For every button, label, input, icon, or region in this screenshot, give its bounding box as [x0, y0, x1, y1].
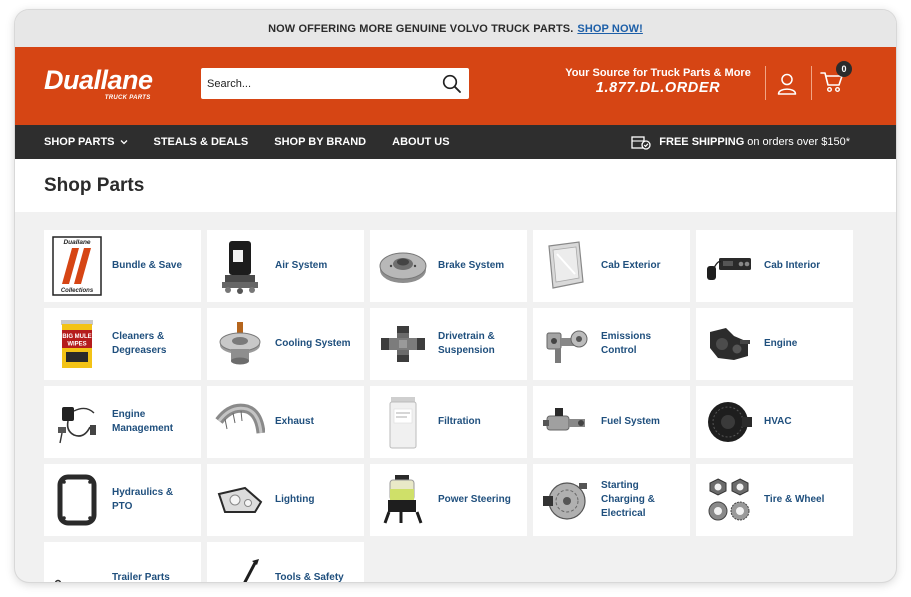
page-title-bar: Shop Parts	[15, 159, 896, 212]
category-card-starting-charging-electrical[interactable]: Starting Charging & Electrical	[533, 464, 690, 536]
category-label: HVAC	[764, 416, 792, 427]
promo-bar: NOW OFFERING MORE GENUINE VOLVO TRUCK PA…	[15, 10, 896, 47]
user-icon	[777, 73, 797, 95]
category-label: Lighting	[275, 494, 315, 505]
category-card-drivetrain-suspension[interactable]: Drivetrain & Suspension	[370, 308, 527, 380]
category-label: Tools & Safety	[275, 572, 344, 582]
category-card-bundle-save[interactable]: Duallane Collections Bundle & Save	[44, 230, 201, 302]
category-label: Emissions Control	[601, 331, 652, 356]
steering-reservoir-icon	[377, 470, 429, 530]
air-dryer-icon	[214, 236, 266, 296]
search-icon	[442, 74, 461, 93]
sensor-harness-icon	[51, 392, 103, 452]
category-card-hvac[interactable]: HVAC	[696, 386, 853, 458]
category-label: Cleaners & Degreasers	[112, 331, 167, 356]
category-label: Hydraulics & PTO	[112, 487, 174, 512]
category-label: Air System	[275, 260, 328, 271]
category-card-power-steering[interactable]: Power Steering	[370, 464, 527, 536]
category-card-tools-safety[interactable]: Tools & Safety	[207, 542, 364, 582]
category-label: Starting Charging & Electrical	[601, 480, 655, 519]
engine-part-icon	[703, 314, 755, 374]
nav-steals-deals[interactable]: STEALS & DEALS	[154, 136, 249, 148]
fuel-pump-icon	[540, 392, 592, 452]
trailer-hardware-icon	[51, 548, 103, 582]
egr-valve-icon	[540, 314, 592, 374]
page-title: Shop Parts	[44, 174, 145, 196]
category-label: Cooling System	[275, 338, 351, 349]
header-divider	[765, 66, 766, 100]
category-label: Trailer Parts	[112, 572, 170, 582]
category-label: Brake System	[438, 260, 505, 271]
svg-text:BIG MULE: BIG MULE	[62, 334, 91, 340]
category-card-engine[interactable]: Engine	[696, 308, 853, 380]
promo-text: NOW OFFERING MORE GENUINE VOLVO TRUCK PA…	[268, 22, 574, 35]
browser-frame: NOW OFFERING MORE GENUINE VOLVO TRUCK PA…	[15, 10, 896, 582]
category-card-lighting[interactable]: Lighting	[207, 464, 364, 536]
category-card-cooling-system[interactable]: Cooling System	[207, 308, 364, 380]
chevron-down-icon	[120, 140, 127, 145]
cb-radio-icon	[703, 236, 755, 296]
svg-text:Duallane: Duallane	[63, 239, 90, 246]
brake-rotor-icon	[377, 236, 429, 296]
category-card-fuel-system[interactable]: Fuel System	[533, 386, 690, 458]
category-label: Drivetrain & Suspension	[438, 331, 495, 356]
category-label: Exhaust	[275, 416, 314, 427]
promo-shop-now-link[interactable]: SHOP NOW!	[577, 23, 642, 35]
category-label: Cab Exterior	[601, 260, 661, 271]
site-header: Duallane TRUCK PARTS Your Source for Tru…	[15, 47, 896, 125]
nav-about-us[interactable]: ABOUT US	[392, 136, 449, 148]
account-button[interactable]	[777, 73, 797, 100]
thermostat-icon	[214, 314, 266, 374]
main-nav: SHOP PARTS STEALS & DEALS SHOP BY BRAND …	[15, 125, 896, 159]
category-card-trailer-parts[interactable]: Trailer Parts	[44, 542, 201, 582]
category-card-engine-management[interactable]: Engine Management	[44, 386, 201, 458]
cab-panel-icon	[540, 236, 592, 296]
search-input[interactable]	[201, 76, 435, 91]
wipes-bucket-icon: BIG MULE WIPES	[51, 314, 103, 374]
u-joint-icon	[377, 314, 429, 374]
duallane-logo[interactable]: Duallane TRUCK PARTS	[44, 67, 153, 102]
category-card-cleaners-degreasers[interactable]: BIG MULE WIPES Cleaners & Degreasers	[44, 308, 201, 380]
duallane-collections-icon: Duallane Collections	[51, 236, 103, 296]
category-card-air-system[interactable]: Air System	[207, 230, 364, 302]
category-card-tire-wheel[interactable]: Tire & Wheel	[696, 464, 853, 536]
svg-text:WIPES: WIPES	[67, 342, 86, 348]
category-card-cab-exterior[interactable]: Cab Exterior	[533, 230, 690, 302]
lug-nuts-icon	[703, 470, 755, 530]
category-label: Power Steering	[438, 494, 511, 505]
category-card-exhaust[interactable]: Exhaust	[207, 386, 364, 458]
category-card-filtration[interactable]: Filtration	[370, 386, 527, 458]
category-label: Tire & Wheel	[764, 494, 825, 505]
exhaust-pipe-icon	[214, 392, 266, 452]
category-label: Engine	[764, 338, 798, 349]
category-label: Bundle & Save	[112, 260, 183, 271]
category-label: Fuel System	[601, 416, 660, 427]
category-grid: Duallane Collections Bundle & Save Air S…	[44, 230, 853, 582]
category-label: Filtration	[438, 416, 481, 427]
search-button[interactable]	[435, 68, 469, 99]
blower-motor-icon	[703, 392, 755, 452]
category-card-brake-system[interactable]: Brake System	[370, 230, 527, 302]
headlight-icon	[214, 470, 266, 530]
free-shipping-notice: FREE SHIPPING on orders over $150*	[631, 125, 850, 159]
category-label: Cab Interior	[764, 260, 821, 271]
search-bar	[201, 68, 469, 99]
svg-text:Collections: Collections	[61, 288, 94, 294]
category-card-cab-interior[interactable]: Cab Interior	[696, 230, 853, 302]
category-card-emissions-control[interactable]: Emissions Control	[533, 308, 690, 380]
nav-shop-by-brand[interactable]: SHOP BY BRAND	[274, 136, 366, 148]
category-card-hydraulics-pto[interactable]: Hydraulics & PTO	[44, 464, 201, 536]
tool-icon	[214, 548, 266, 582]
phone-number[interactable]: 1.877.DL.ORDER	[563, 80, 753, 96]
shipping-box-icon	[631, 134, 651, 150]
alternator-icon	[540, 470, 592, 530]
cart-count-badge: 0	[836, 61, 852, 77]
filter-icon	[377, 392, 429, 452]
gasket-icon	[51, 470, 103, 530]
header-tagline: Your Source for Truck Parts & More 1.877…	[563, 67, 753, 96]
nav-shop-parts[interactable]: SHOP PARTS	[44, 136, 128, 148]
category-label: Engine Management	[112, 409, 174, 434]
tagline-text: Your Source for Truck Parts & More	[565, 67, 751, 79]
header-divider	[811, 66, 812, 100]
